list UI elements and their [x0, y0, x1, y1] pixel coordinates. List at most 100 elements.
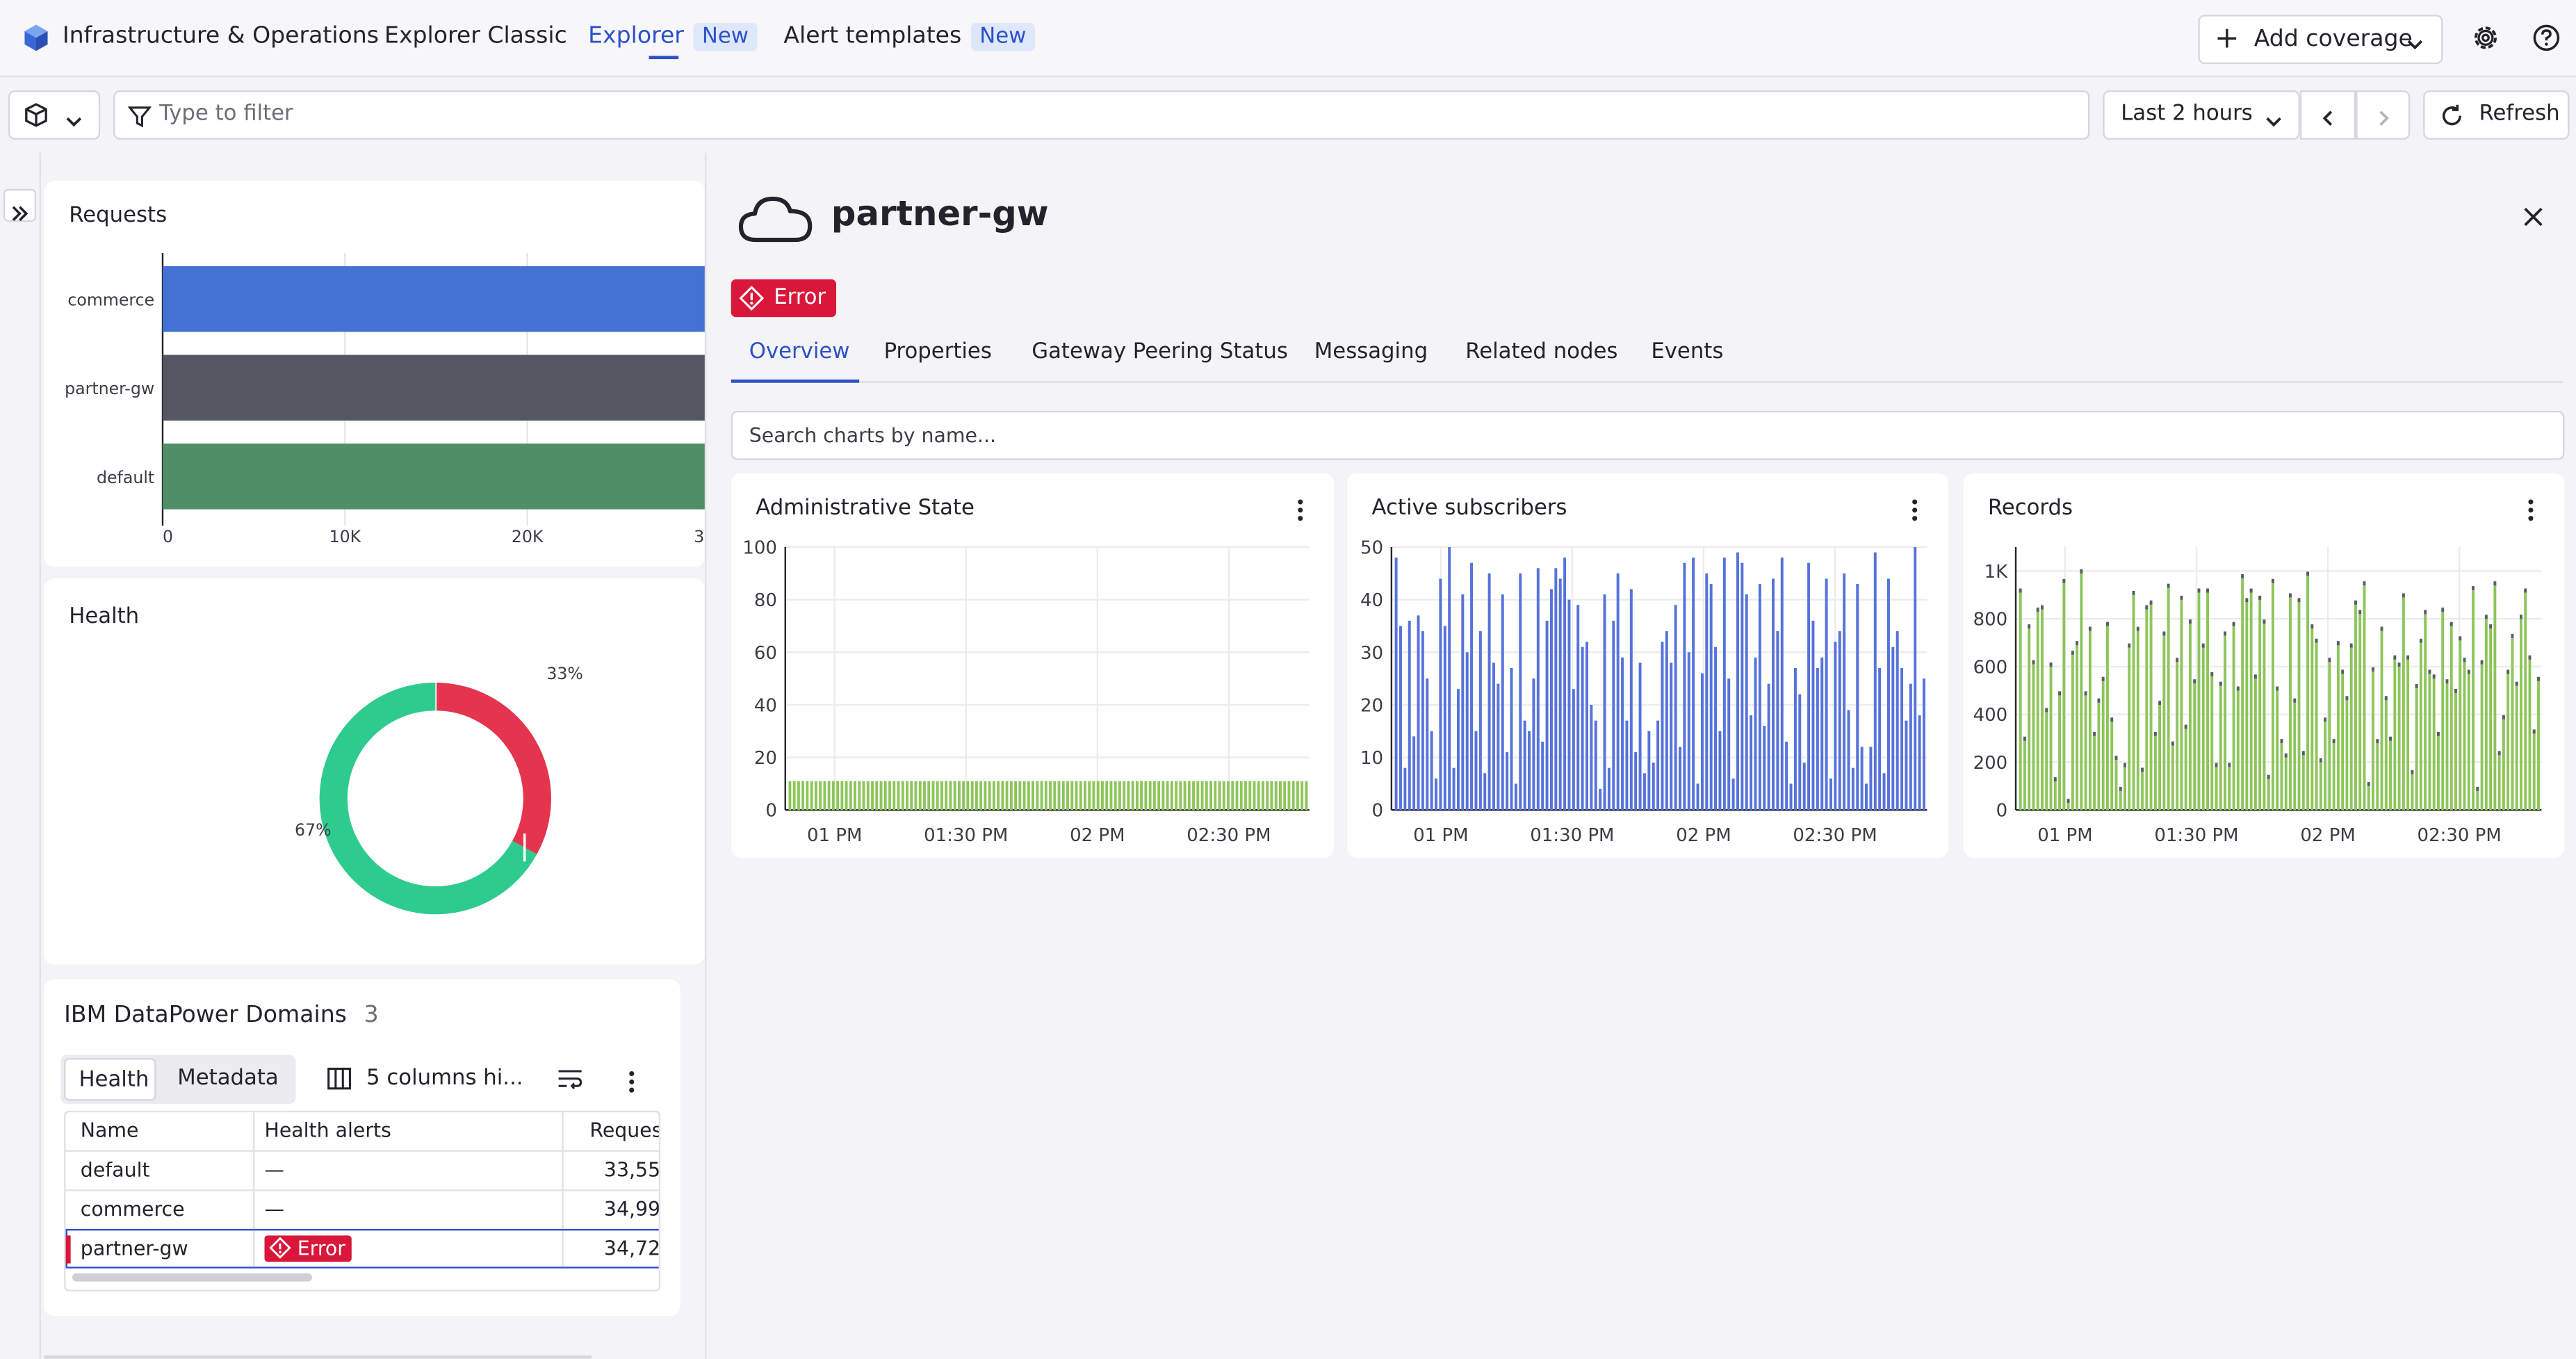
- bar-marker: [2315, 638, 2318, 643]
- help-icon[interactable]: [2523, 15, 2569, 60]
- bar-marker: [2184, 724, 2187, 729]
- bar: [2524, 589, 2527, 811]
- domains-table: Name Health alerts Reques default — 33,5…: [64, 1110, 661, 1292]
- refresh-button[interactable]: Refresh: [2423, 90, 2570, 140]
- bar: [823, 781, 826, 811]
- columns-icon[interactable]: [327, 1066, 351, 1098]
- bar: [1452, 767, 1456, 811]
- bar: [2272, 580, 2274, 811]
- bar: [2324, 719, 2327, 811]
- settings-gear-icon[interactable]: [2463, 15, 2509, 60]
- line-wrap-icon[interactable]: [557, 1066, 583, 1098]
- bar-marker: [2263, 619, 2266, 624]
- bar: [910, 781, 913, 811]
- app-title[interactable]: Infrastructure & Operations: [63, 23, 379, 49]
- horizontal-scrollbar[interactable]: [72, 1273, 313, 1282]
- y-tick-label: 40: [1360, 590, 1383, 611]
- tab-explorer[interactable]: Explorer New: [588, 23, 757, 51]
- bar: [1492, 662, 1495, 811]
- row-error-badge[interactable]: Error: [264, 1235, 352, 1261]
- table-row[interactable]: commerce — 34,99: [65, 1189, 659, 1229]
- bar: [1780, 558, 1784, 811]
- bar: [1541, 741, 1544, 811]
- expand-sidebar-button[interactable]: [3, 188, 36, 222]
- filter-input[interactable]: Type to filter: [113, 90, 2090, 140]
- app-logo-cube-icon: [22, 23, 51, 53]
- table-row[interactable]: default — 33,55: [65, 1150, 659, 1190]
- bar: [1865, 783, 1868, 811]
- tab-explorer-classic-label: Explorer Classic: [384, 23, 567, 49]
- bar-marker: [2289, 593, 2292, 598]
- bar: [2511, 635, 2514, 811]
- segment-health[interactable]: Health: [64, 1058, 156, 1101]
- header-requests[interactable]: Reques: [562, 1112, 658, 1150]
- bar-marker: [2028, 624, 2031, 629]
- bar: [2493, 583, 2497, 811]
- bar: [936, 781, 939, 811]
- bar: [2467, 671, 2470, 811]
- y-tick-label: 1K: [1984, 562, 2009, 583]
- tab-gateway-peering-status[interactable]: Gateway Peering Status: [1032, 340, 1288, 364]
- columns-hidden-button[interactable]: 5 columns hi...: [366, 1066, 523, 1091]
- header-health-alerts[interactable]: Health alerts: [254, 1112, 564, 1150]
- segment-metadata[interactable]: Metadata: [164, 1058, 292, 1100]
- row-error-label: Error: [297, 1236, 345, 1260]
- bar-marker: [2389, 736, 2392, 741]
- entity-type-selector[interactable]: [8, 90, 101, 140]
- bar: [2380, 628, 2383, 811]
- active-tab-indicator: [731, 379, 860, 383]
- previous-timeframe-button[interactable]: [2299, 90, 2356, 140]
- table-row-selected[interactable]: partner-gw Error 34,72: [65, 1228, 659, 1269]
- bar-marker: [2084, 691, 2087, 696]
- bar: [1878, 667, 1882, 811]
- bar-marker: [2301, 751, 2305, 756]
- timeframe-selector[interactable]: Last 2 hours: [2103, 90, 2300, 140]
- tab-related-nodes[interactable]: Related nodes: [1465, 340, 1617, 364]
- bar-marker: [2258, 595, 2262, 600]
- tab-alert-templates[interactable]: Alert templates New: [783, 23, 1035, 51]
- bar: [1554, 568, 1558, 811]
- health-metadata-toggle: Health Metadata: [60, 1055, 296, 1105]
- bar: [984, 781, 987, 811]
- bar: [1692, 558, 1695, 811]
- bar-marker: [2528, 655, 2532, 660]
- bar: [2328, 659, 2331, 811]
- bar: [1741, 562, 1744, 811]
- tab-events[interactable]: Events: [1651, 340, 1723, 364]
- bar: [1279, 781, 1282, 811]
- health-card: Health 33% 67%: [44, 578, 705, 965]
- bar: [2093, 733, 2096, 811]
- filter-bar: Type to filter Last 2 hours Refresh: [0, 77, 2576, 153]
- refresh-label: Refresh: [2479, 101, 2560, 127]
- domains-more-icon[interactable]: [629, 1068, 635, 1096]
- domains-card: IBM DataPower Domains 3 Health Metadata …: [44, 979, 680, 1317]
- bar: [2171, 742, 2174, 811]
- tab-messaging[interactable]: Messaging: [1314, 340, 1428, 364]
- tab-properties[interactable]: Properties: [884, 340, 992, 364]
- bar: [1061, 781, 1065, 811]
- bar-marker: [2215, 763, 2218, 767]
- close-icon[interactable]: [2522, 204, 2545, 235]
- bar-marker: [2306, 571, 2310, 576]
- status-error-badge[interactable]: Error: [731, 279, 837, 318]
- panel-scrollbar[interactable]: [44, 1355, 592, 1359]
- y-category-label: commerce: [67, 291, 154, 310]
- header-name[interactable]: Name: [65, 1112, 255, 1150]
- tab-explorer-classic[interactable]: Explorer Classic: [384, 23, 567, 49]
- bar: [2419, 640, 2422, 811]
- segment-metadata-label: Metadata: [177, 1066, 279, 1091]
- search-charts-input[interactable]: Search charts by name...: [731, 410, 2565, 460]
- bar: [1262, 781, 1264, 811]
- bar: [1820, 657, 1824, 811]
- x-tick-label: 01:30 PM: [1530, 825, 1614, 846]
- bar: [1088, 781, 1091, 811]
- tab-overview[interactable]: Overview: [749, 340, 850, 364]
- bar: [1040, 781, 1043, 811]
- bar-marker: [2167, 583, 2170, 588]
- bar-marker: [2023, 736, 2026, 741]
- bar: [2372, 669, 2374, 811]
- next-timeframe-button[interactable]: [2356, 90, 2411, 140]
- bar: [1918, 715, 1921, 811]
- add-coverage-button[interactable]: + Add coverage: [2198, 15, 2443, 65]
- bar: [1727, 678, 1731, 811]
